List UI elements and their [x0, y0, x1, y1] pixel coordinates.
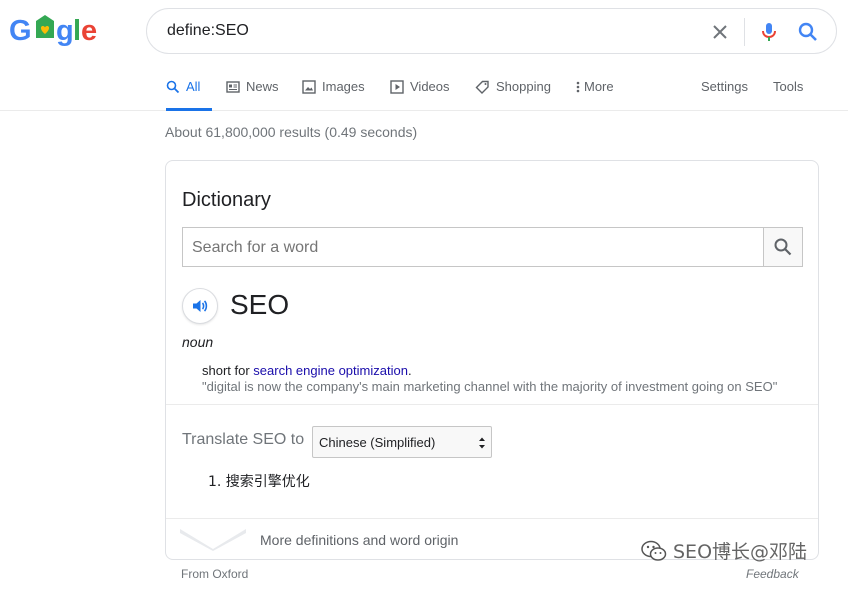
language-select-value: Chinese (Simplified) — [319, 435, 436, 450]
definition-link[interactable]: search engine optimization — [253, 363, 408, 378]
tab-news[interactable]: News — [226, 79, 279, 111]
tab-shopping[interactable]: Shopping — [475, 79, 551, 111]
tab-all[interactable]: All — [166, 79, 212, 111]
feedback-link[interactable]: Feedback — [746, 567, 799, 581]
microphone-icon[interactable] — [757, 20, 781, 44]
select-arrows-icon — [479, 437, 485, 449]
tag-icon — [475, 80, 489, 94]
search-tabs: All News Images Videos Shopping More Set… — [0, 68, 848, 111]
tab-label: News — [246, 79, 279, 94]
svg-text:G: G — [9, 15, 32, 47]
card-title: Dictionary — [182, 189, 271, 211]
search-box[interactable] — [146, 8, 837, 54]
source-attribution: From Oxford — [181, 567, 249, 581]
image-icon — [302, 80, 316, 94]
search-input[interactable] — [167, 22, 687, 40]
news-icon — [226, 81, 240, 93]
svg-text:e: e — [81, 15, 97, 47]
tab-label: All — [186, 79, 201, 94]
settings-label: Settings — [701, 79, 748, 94]
watermark: SEO博长@邓陆 — [641, 537, 807, 564]
tab-more[interactable]: More — [575, 79, 614, 111]
divider — [166, 404, 818, 405]
translation-result: 1. 搜索引擎优化 — [208, 474, 310, 490]
word-search-button[interactable] — [763, 227, 803, 267]
tab-label: Images — [322, 79, 365, 94]
chevron-down-icon[interactable] — [180, 527, 246, 551]
definition-suffix: . — [407, 363, 412, 378]
tab-label: Videos — [410, 79, 450, 94]
search-icon — [166, 80, 180, 94]
headword: SEO — [230, 289, 290, 320]
dictionary-card: Dictionary SEO noun short for search eng… — [165, 160, 819, 560]
translate-label: Translate SEO to — [182, 431, 305, 448]
tab-label: More — [584, 79, 614, 94]
more-vert-icon — [576, 81, 580, 93]
result-stats: About 61,800,000 results (0.49 seconds) — [165, 124, 418, 140]
language-select[interactable]: Chinese (Simplified) — [312, 426, 492, 458]
google-logo[interactable]: G g l e — [9, 13, 103, 47]
pronunciation-button[interactable] — [182, 288, 218, 324]
part-of-speech: noun — [182, 334, 214, 350]
watermark-text: SEO博长@邓陆 — [673, 541, 808, 563]
more-definitions-link[interactable]: More definitions and word origin — [260, 532, 458, 548]
search-icon[interactable] — [796, 20, 820, 44]
play-icon — [390, 80, 404, 94]
tab-label: Shopping — [496, 79, 551, 94]
search-divider — [744, 18, 745, 46]
svg-text:g: g — [56, 15, 74, 47]
divider — [166, 518, 818, 519]
tab-videos[interactable]: Videos — [390, 79, 450, 111]
tab-images[interactable]: Images — [302, 79, 365, 111]
svg-text:l: l — [73, 15, 81, 47]
wechat-icon — [641, 540, 667, 561]
clear-icon[interactable] — [709, 21, 731, 43]
speaker-icon — [193, 300, 208, 312]
definition-prefix: short for — [202, 363, 254, 378]
word-search-input[interactable] — [192, 239, 752, 257]
definition: short for search engine optimization. — [202, 363, 412, 378]
example-sentence: "digital is now the company's main marke… — [202, 379, 778, 394]
tools-label: Tools — [773, 79, 804, 94]
tools-link[interactable]: Tools — [773, 79, 803, 111]
word-search-box[interactable] — [182, 227, 763, 267]
search-icon — [774, 238, 792, 256]
settings-link[interactable]: Settings — [701, 79, 748, 111]
